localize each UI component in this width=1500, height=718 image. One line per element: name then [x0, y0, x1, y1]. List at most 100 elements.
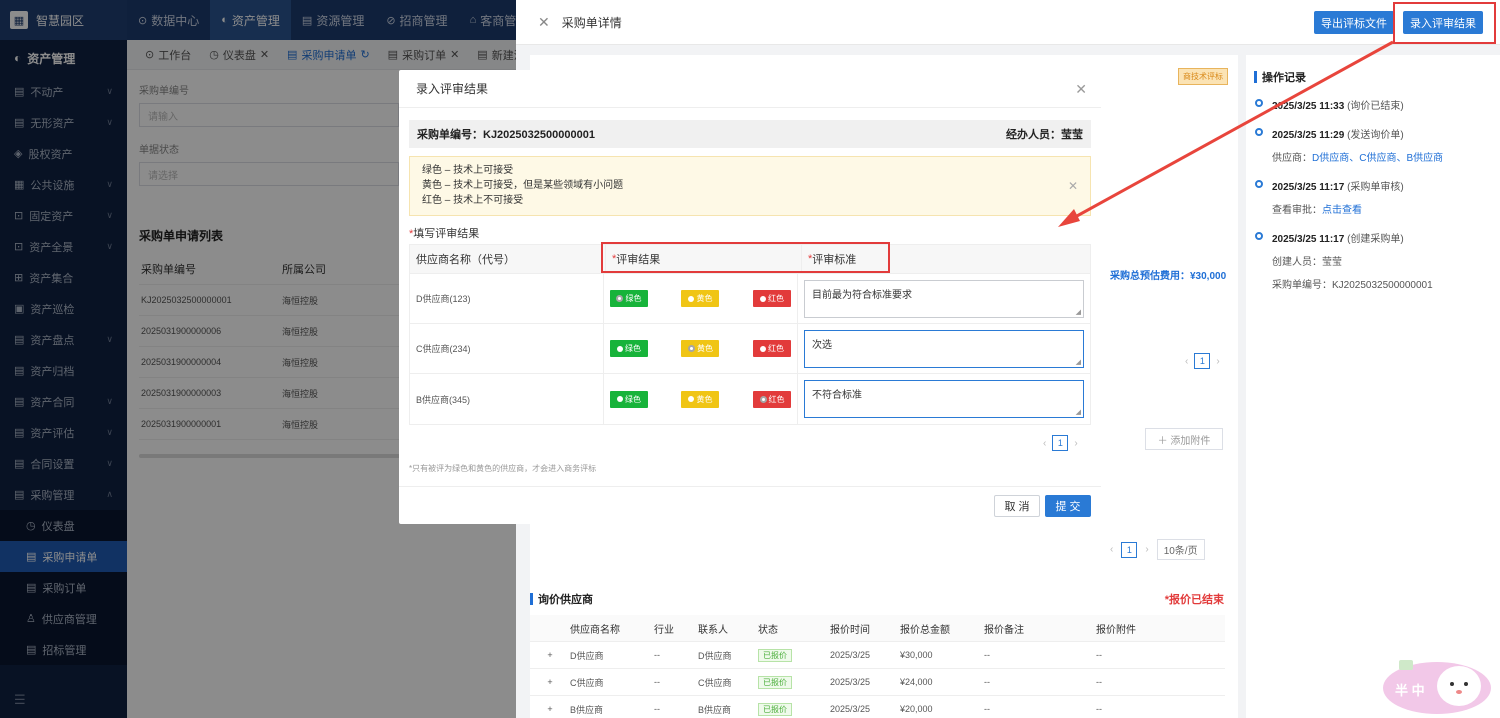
cancel-button[interactable]: 取 消 [994, 495, 1040, 517]
radio-icon [688, 295, 695, 302]
chevron-right-icon[interactable]: › [1145, 544, 1148, 555]
expand-icon[interactable]: + [530, 704, 570, 714]
log-entry: 2025/3/25 11:33 (询价已结束) [1254, 97, 1500, 112]
legend-red: 红色 – 技术上不可接受 [422, 195, 524, 206]
close-icon[interactable]: ✕ [1075, 81, 1087, 98]
supplier-name: D供应商(123) [410, 274, 604, 323]
column-header: 报价附件 [1096, 624, 1136, 636]
log-entry: 2025/3/25 11:17 (采购单审核) 查看审批：点击查看 [1254, 178, 1500, 216]
radio-icon [688, 396, 695, 402]
cell: 已报价 [758, 675, 830, 689]
close-icon[interactable]: ✕ [1068, 179, 1078, 194]
legend-green: 绿色 – 技术上可接受 [422, 165, 514, 176]
submit-button[interactable]: 提 交 [1045, 495, 1091, 517]
timeline-dot-icon [1255, 99, 1263, 107]
table-row: + D供应商 -- D供应商 已报价 2025/3/25 ¥30,000 -- … [530, 642, 1225, 669]
cell: -- [984, 704, 990, 714]
annotation-highlight-box [1393, 2, 1496, 44]
section-title: 操作记录 [1262, 72, 1306, 84]
supplier-name: C供应商(234) [410, 324, 604, 373]
radio-label: 黄色 [696, 344, 713, 353]
log-action: (创建采购单) [1347, 234, 1404, 245]
cell: -- [984, 677, 990, 687]
radio-label: 红色 [768, 394, 785, 404]
page-number[interactable]: 1 [1194, 353, 1211, 369]
resize-grip-icon[interactable]: ◢ [1076, 408, 1081, 416]
column-header: 行业 [654, 624, 674, 636]
cell: D供应商 [698, 650, 732, 661]
radio-checked-icon [759, 395, 767, 403]
add-attachment-button[interactable]: ＋ 添加附件 [1145, 428, 1223, 450]
radio-green[interactable]: 绿色 [609, 290, 648, 307]
radio-green[interactable]: 绿色 [609, 390, 648, 408]
standard-textarea[interactable]: 次选 ◢ [804, 329, 1084, 368]
standard-textarea[interactable]: 目前最为符合标准要求 ◢ [804, 279, 1084, 318]
cell: ¥24,000 [900, 677, 933, 687]
cell: 2025/3/25 [830, 650, 871, 660]
pagination: ‹ 1 › [1043, 435, 1078, 451]
section-bar [1254, 71, 1257, 83]
timeline-dot-icon [1255, 232, 1263, 240]
radio-yellow[interactable]: 黄色 [681, 390, 720, 408]
radio-green[interactable]: 绿色 [609, 340, 648, 357]
suppliers-table: 供应商名称 行业 联系人 状态 报价时间 报价总金额 报价备注 报价附件 + D… [530, 615, 1225, 718]
radio-label: 绿色 [624, 344, 641, 353]
page-number[interactable]: 1 [1052, 435, 1069, 451]
table-header: 供应商名称 行业 联系人 状态 报价时间 报价总金额 报价备注 报价附件 [530, 615, 1225, 642]
log-time: 2025/3/25 11:33 [1272, 101, 1345, 112]
cell: ¥30,000 [900, 650, 933, 660]
radio-yellow[interactable]: 黄色 [681, 290, 720, 307]
radio-red[interactable]: 红色 [753, 390, 791, 408]
standard-textarea[interactable]: 不符合标准 ◢ [804, 380, 1084, 418]
radio-label: 红色 [768, 294, 784, 303]
chevron-right-icon[interactable]: › [1074, 438, 1077, 449]
radio-red[interactable]: 红色 [753, 290, 791, 307]
supplier-links[interactable]: D供应商、C供应商、B供应商 [1312, 153, 1443, 164]
operation-log-panel: 操作记录 2025/3/25 11:33 (询价已结束) 2025/3/25 1… [1246, 55, 1500, 718]
close-icon[interactable]: ✕ [538, 14, 550, 31]
column-header: 报价备注 [984, 624, 1024, 636]
resize-grip-icon[interactable]: ◢ [1076, 308, 1081, 316]
chevron-left-icon[interactable]: ‹ [1110, 544, 1113, 555]
log-action: (采购单审核) [1347, 182, 1404, 193]
radio-red[interactable]: 红色 [753, 340, 791, 357]
view-approval-link[interactable]: 点击查看 [1322, 205, 1362, 216]
export-bid-file-button[interactable]: 导出评标文件 [1314, 11, 1394, 34]
cell: C供应商 [698, 677, 732, 688]
expand-icon[interactable]: + [530, 650, 570, 660]
page-number[interactable]: 1 [1121, 541, 1138, 558]
chevron-left-icon[interactable]: ‹ [1043, 438, 1046, 449]
radio-yellow[interactable]: 黄色 [681, 340, 720, 357]
legend-yellow: 黄色 – 技术上可接受，但是某些领域有小问题 [422, 180, 624, 191]
quote-ended-status: *报价已结束 [1164, 594, 1224, 606]
chevron-right-icon[interactable]: › [1216, 356, 1219, 367]
log-entry: 2025/3/25 11:17 (创建采购单) 创建人员：莹莹 采购单编号：KJ… [1254, 230, 1500, 291]
status-badge: 商技术评标 [1178, 68, 1228, 85]
radio-icon [616, 396, 623, 402]
cell: -- [984, 650, 990, 660]
status-badge: 已报价 [758, 702, 792, 716]
annotation-highlight-box [601, 242, 890, 273]
radio-icon [616, 345, 623, 352]
column-header: 状态 [758, 624, 778, 636]
cell: ¥20,000 [900, 704, 933, 714]
radio-label: 绿色 [625, 294, 642, 303]
radio-icon [760, 295, 766, 302]
textarea-value: 次选 [812, 339, 832, 351]
expand-icon[interactable]: + [530, 677, 570, 687]
fill-result-label: *填写评审结果 [409, 225, 479, 241]
page-size-select[interactable]: 10条/页 [1156, 539, 1205, 560]
table-row: + B供应商 -- B供应商 已报价 2025/3/25 ¥20,000 -- … [530, 696, 1225, 718]
resize-grip-icon[interactable]: ◢ [1076, 358, 1081, 366]
chevron-left-icon[interactable]: ‹ [1185, 356, 1188, 367]
timeline-dot-icon [1255, 180, 1263, 188]
table-row: B供应商(345) 绿色 黄色 红色 不符合标准 ◢ [410, 374, 1090, 424]
log-entry: 2025/3/25 11:29 (发送询价单) 供应商：D供应商、C供应商、B供… [1254, 126, 1500, 164]
section-bar [530, 593, 533, 605]
radio-checked-icon [616, 295, 624, 302]
log-sub-label: 采购单编号：KJ2025032500000001 [1272, 280, 1433, 291]
handler-name: 经办人员：莹莹 [1006, 129, 1083, 141]
drawer-title: 采购单详情 [561, 15, 622, 30]
legend-alert: 绿色 – 技术上可接受 黄色 – 技术上可接受，但是某些领域有小问题 红色 – … [409, 156, 1091, 216]
supplier-name: B供应商(345) [410, 374, 604, 424]
